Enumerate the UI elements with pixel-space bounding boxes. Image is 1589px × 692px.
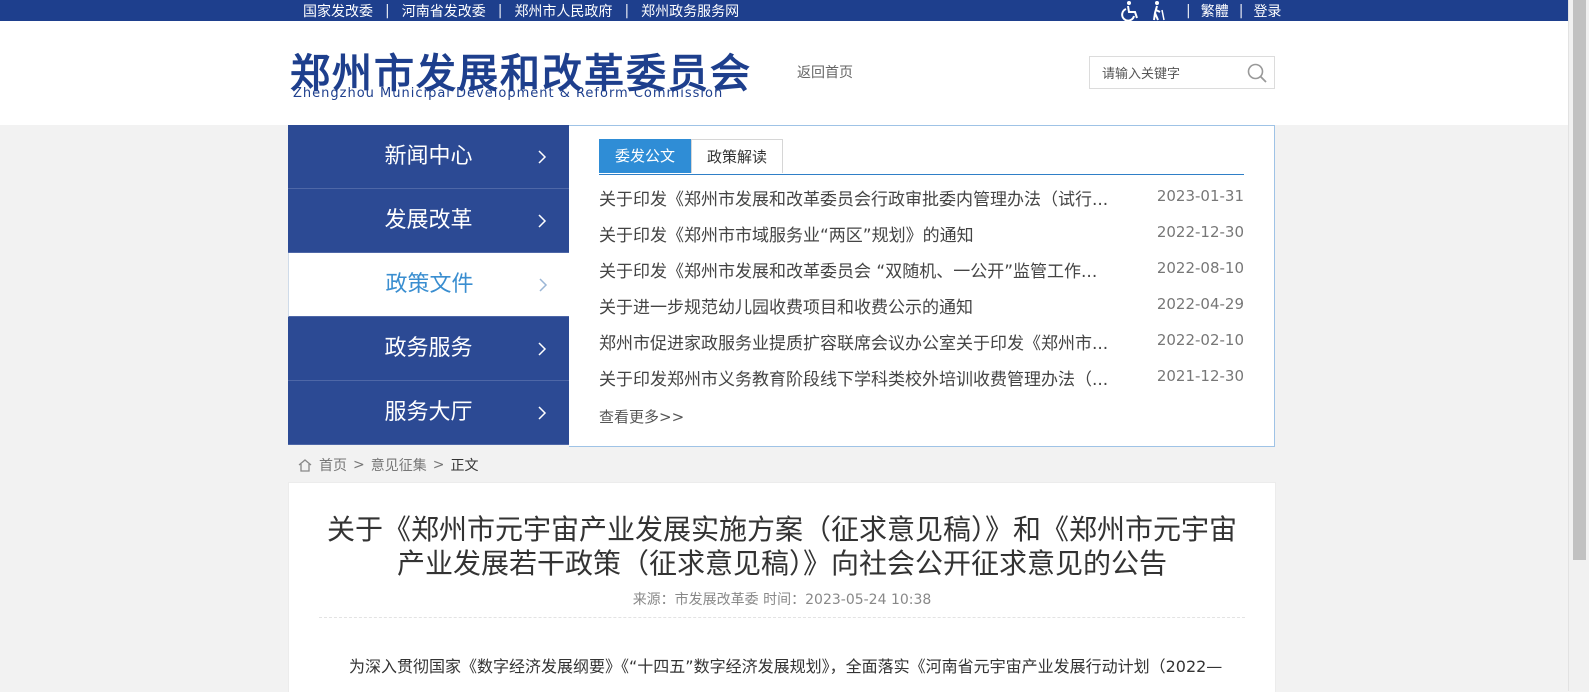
elderly-icon[interactable] [1148,0,1170,21]
article-title: 关于《郑州市元宇宙产业发展实施方案（征求意见稿）》和《郑州市元宇宙产业发展若干政… [326,513,1237,580]
menu-item-label: 发展改革 [384,208,473,233]
menu-item-service-hall[interactable]: 服务大厅 [288,381,569,445]
panel-tabs: 委发公文 政策解读 [599,138,1244,175]
news-date: 2022-12-30 [1156,223,1244,241]
site-header: 郑州市发展和改革委员会 Zhengzhou Municipal Developm… [0,21,1568,125]
separator: | [1238,2,1244,19]
separator: | [497,2,503,19]
news-date: 2022-02-10 [1156,331,1244,349]
top-nav-bar: 国家发改委 | 河南省发改委 | 郑州市人民政府 | 郑州政务服务网 | 繁體 … [0,0,1568,21]
list-item: 关于印发《郑州市市域服务业“两区”规划》的通知 2022-12-30 [599,221,1244,251]
news-title-link[interactable]: 关于印发《郑州市发展和改革委员会行政审批委内管理办法（试行... [599,185,1134,210]
news-date: 2023-01-31 [1156,187,1244,205]
scrollbar-thumb[interactable] [1573,0,1586,560]
menu-item-development-reform[interactable]: 发展改革 [288,189,569,253]
menu-item-label: 政策文件 [385,272,474,297]
news-date: 2022-04-29 [1156,295,1244,313]
news-title-link[interactable]: 关于印发《郑州市市域服务业“两区”规划》的通知 [599,221,1134,246]
divider [319,617,1245,618]
home-icon [298,459,312,472]
list-item: 关于进一步规范幼儿园收费项目和收费公示的通知 2022-04-29 [599,293,1244,323]
menu-item-label: 政务服务 [384,336,473,361]
news-date: 2021-12-30 [1156,367,1244,385]
search-box [1089,56,1275,89]
menu-item-government-services[interactable]: 政务服务 [288,317,569,381]
breadcrumb-section[interactable]: 意见征集 [371,455,427,475]
breadcrumb-current: 正文 [450,458,479,474]
chevron-right-icon [538,406,547,420]
traditional-chinese-link[interactable]: 繁體 [1201,1,1229,21]
search-input[interactable] [1100,63,1244,85]
wheelchair-icon[interactable] [1120,0,1142,21]
back-to-home-link[interactable]: 返回首页 [797,62,853,82]
page-scrollbar[interactable] [1568,0,1589,691]
login-link[interactable]: 登录 [1253,1,1281,21]
breadcrumb: 首页 > 意见征集 > 正文 [297,455,478,475]
article: 关于《郑州市元宇宙产业发展实施方案（征求意见稿）》和《郑州市元宇宙产业发展若干政… [288,482,1276,692]
chevron-right-icon [539,278,548,292]
link-ndrc[interactable]: 国家发改委 [303,1,373,21]
breadcrumb-separator: > [353,457,365,473]
menu-item-news-center[interactable]: 新闻中心 [288,125,569,189]
news-title-link[interactable]: 关于印发郑州市义务教育阶段线下学科类校外培训收费管理办法（... [599,365,1134,390]
article-meta: 来源：市发展改革委 时间：2023-05-24 10:38 [632,592,932,608]
chevron-right-icon [538,342,547,356]
list-item: 郑州市促进家政服务业提质扩容联席会议办公室关于印发《郑州市... 2022-02… [599,329,1244,359]
site-logo-english: Zhengzhou Municipal Development & Reform… [293,86,724,101]
breadcrumb-home[interactable]: 首页 [319,455,347,475]
chevron-right-icon [538,214,547,228]
link-zhengzhou-gov[interactable]: 郑州市人民政府 [514,1,612,21]
news-date: 2022-08-10 [1156,259,1244,277]
menu-item-policy-documents[interactable]: 政策文件 [288,253,570,317]
external-links: 国家发改委 | 河南省发改委 | 郑州市人民政府 | 郑州政务服务网 [303,0,739,21]
side-menu: 新闻中心 发展改革 政策文件 政务服务 服务大厅 [288,125,570,447]
topbar-tools: | 繁體 | 登录 [1120,0,1281,21]
article-body: 为深入贯彻国家《数字经济发展纲要》《“十四五”数字经济发展规划》，全面落实《河南… [349,657,1223,676]
view-more-link[interactable]: 查看更多>> [599,406,684,427]
menu-item-label: 新闻中心 [384,144,473,169]
separator: | [624,2,630,19]
tab-policy-interpretation[interactable]: 政策解读 [691,139,783,173]
list-item: 关于印发《郑州市发展和改革委员会行政审批委内管理办法（试行... 2023-01… [599,185,1244,215]
list-item: 关于印发郑州市义务教育阶段线下学科类校外培训收费管理办法（... 2021-12… [599,365,1244,395]
chevron-right-icon [538,150,547,164]
separator: | [385,2,390,19]
news-title-link[interactable]: 郑州市促进家政服务业提质扩容联席会议办公室关于印发《郑州市... [599,329,1134,354]
search-icon[interactable] [1246,62,1268,84]
news-title-link[interactable]: 关于印发《郑州市发展和改革委员会 “双随机、一公开”监管工作... [599,257,1134,282]
list-item: 关于印发《郑州市发展和改革委员会 “双随机、一公开”监管工作... 2022-0… [599,257,1244,287]
menu-item-label: 服务大厅 [384,400,473,425]
link-henan-drc[interactable]: 河南省发改委 [402,1,486,21]
tab-commission-documents[interactable]: 委发公文 [599,139,691,173]
news-title-link[interactable]: 关于进一步规范幼儿园收费项目和收费公示的通知 [599,293,1134,318]
separator: | [1186,2,1191,19]
policy-panel: 委发公文 政策解读 关于印发《郑州市发展和改革委员会行政审批委内管理办法（试行.… [569,125,1275,447]
breadcrumb-separator: > [432,457,445,473]
link-zhengzhou-service[interactable]: 郑州政务服务网 [641,1,739,21]
